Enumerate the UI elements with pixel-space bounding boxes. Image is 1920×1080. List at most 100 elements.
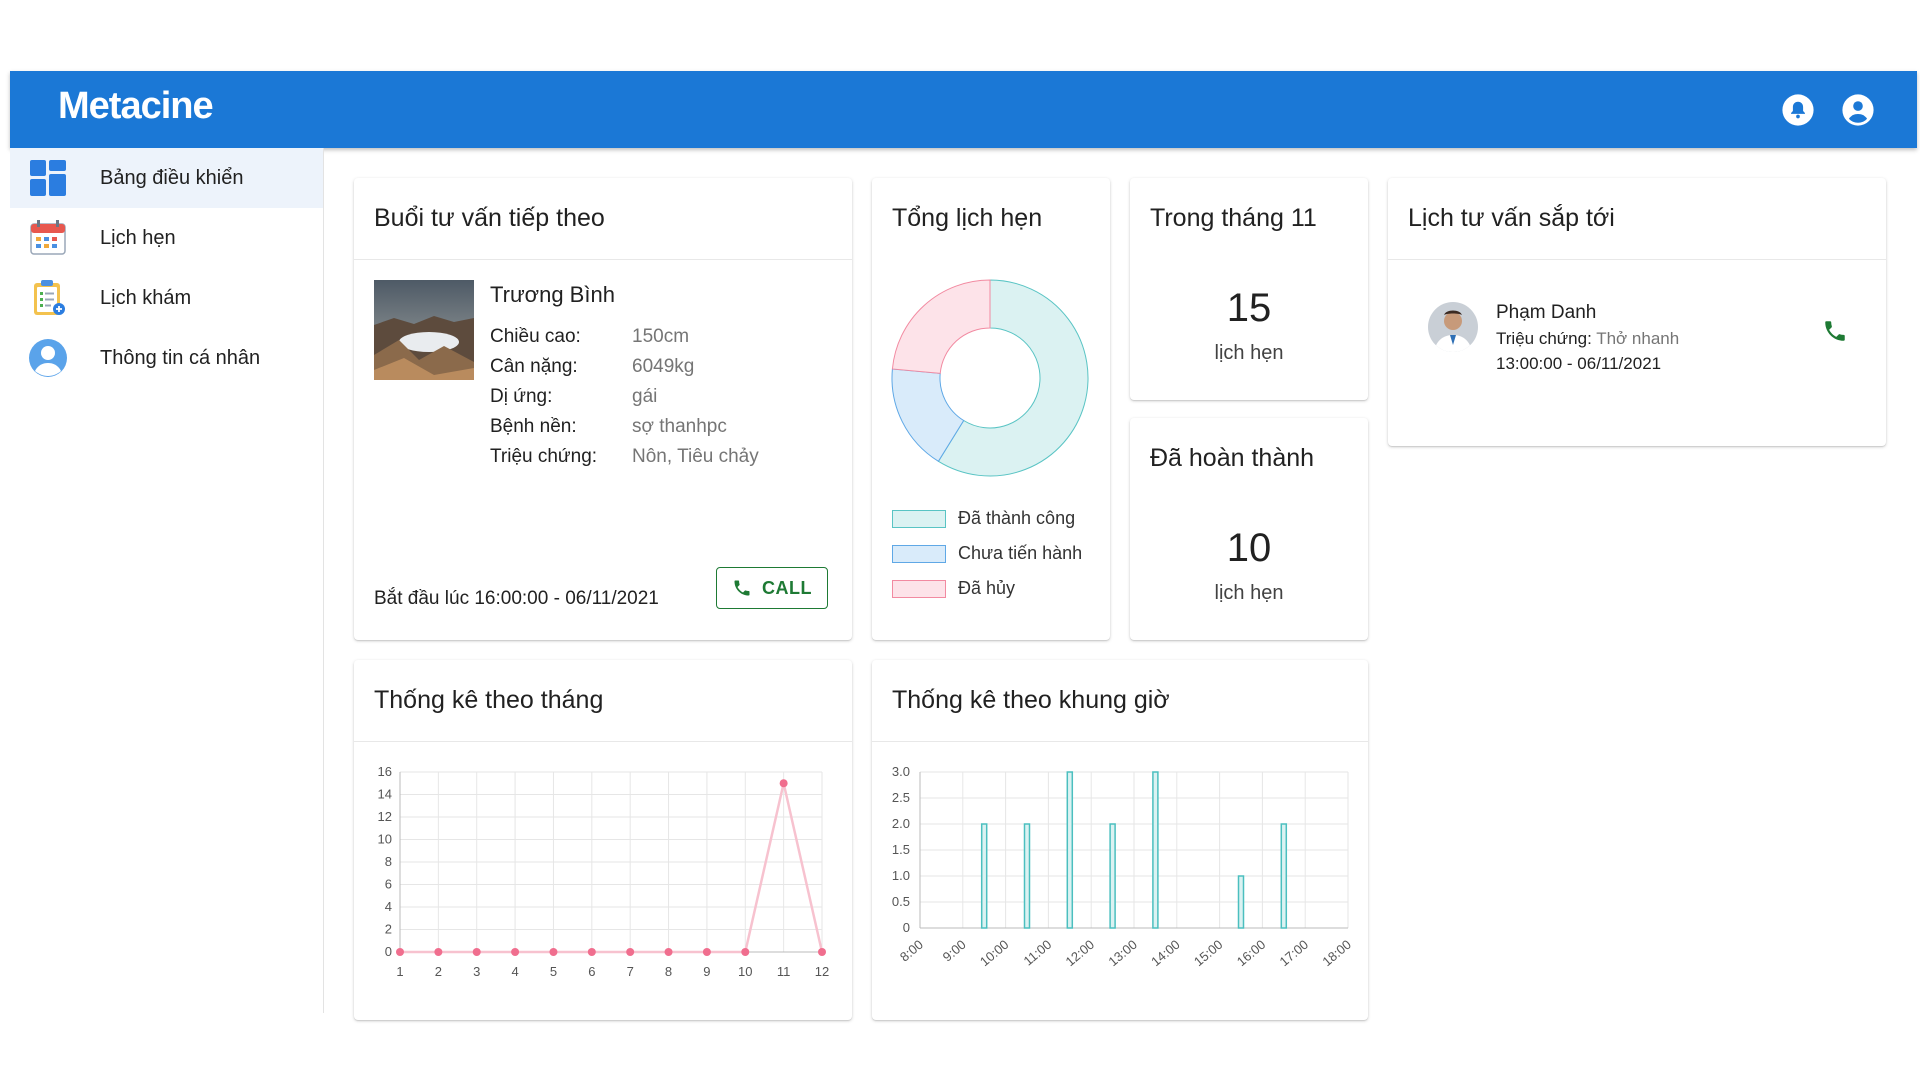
- data-point: [587, 948, 596, 956]
- legend-label: Chưa tiến hành: [958, 543, 1083, 563]
- account-circle-icon[interactable]: [1841, 93, 1875, 127]
- data-point: [472, 948, 481, 956]
- x-tick-label: 9: [703, 964, 710, 979]
- y-tick-label: 0: [903, 920, 910, 935]
- legend-item-pending: Chưa tiến hành: [892, 543, 1082, 564]
- upcoming-time: 13:00:00 - 06/11/2021: [1496, 354, 1662, 373]
- x-tick-label: 1: [396, 964, 403, 979]
- upcoming-consultations-card: Lịch tư vấn sắp tới Phạm Danh Triệu chứn…: [1388, 178, 1886, 446]
- bar: [1237, 875, 1245, 929]
- data-point: [626, 948, 635, 956]
- y-tick-label: 2.5: [892, 790, 910, 805]
- field-label: Dị ứng:: [490, 386, 553, 407]
- count-unit: lịch hẹn: [1214, 582, 1284, 604]
- bar: [1109, 823, 1116, 929]
- field-value: 150cm: [632, 326, 690, 347]
- field-value: sợ thanhpc: [632, 416, 727, 437]
- card-title: Đã hoàn thành: [1150, 444, 1315, 472]
- x-tick-label: 18:00: [1319, 937, 1354, 969]
- next-session-card: Buổi tư vấn tiếp theo Trương Bình Chiều …: [354, 178, 852, 640]
- upcoming-patient-name: Phạm Danh: [1496, 302, 1597, 323]
- month-stat-card: Trong tháng 11 15 lịch hẹn: [1130, 178, 1368, 400]
- list-item[interactable]: Phạm Danh Triệu chứng: Thở nhanh 13:00:0…: [1388, 302, 1886, 392]
- legend-swatch: [892, 579, 946, 598]
- month-appointment-count: 15: [1226, 286, 1272, 330]
- call-button[interactable]: CALL: [716, 567, 828, 609]
- legend-item-success: Đã thành công: [892, 508, 1075, 529]
- x-tick-label: 12:00: [1063, 937, 1098, 969]
- patient-photo: [374, 280, 474, 380]
- app-logo[interactable]: Metacine: [58, 85, 214, 128]
- sidebar-item-label: Lịch hẹn: [100, 226, 176, 249]
- avatar: [1428, 302, 1478, 352]
- sidebar: Bảng điều khiển Lịch hẹn Lịch khám Thông…: [10, 148, 324, 1013]
- sidebar-item-dashboard[interactable]: Bảng điều khiển: [10, 148, 323, 208]
- bell-icon[interactable]: [1781, 93, 1815, 127]
- hourly-stats-card: Thống kê theo khung giờ 0 0.5 1.0 1.5 2.0 2.5…: [872, 660, 1368, 1020]
- count-unit: lịch hẹn: [1214, 342, 1284, 364]
- donut-slice: [891, 279, 991, 374]
- data-point: [434, 948, 443, 956]
- phone-icon: [734, 580, 750, 596]
- user-icon: [29, 339, 67, 377]
- x-tick-label: 17:00: [1277, 937, 1312, 969]
- x-tick-label: 8: [665, 964, 672, 979]
- x-tick-label: 16:00: [1234, 937, 1269, 969]
- y-tick-label: 8: [385, 854, 392, 869]
- legend-swatch: [892, 544, 946, 563]
- data-point: [818, 948, 826, 956]
- patient-weight-row: Cân nặng: 6049kg: [490, 356, 694, 378]
- x-tick-label: 2: [435, 964, 442, 979]
- x-tick-label: 14:00: [1148, 937, 1183, 969]
- bar: [1023, 823, 1031, 929]
- call-button-label: CALL: [762, 577, 812, 598]
- field-value: Nôn, Tiêu chảy: [632, 446, 759, 467]
- bar: [980, 823, 988, 929]
- sidebar-item-label: Thông tin cá nhân: [100, 346, 261, 369]
- completed-stat-card: Đã hoàn thành 10 lịch hẹn: [1130, 418, 1368, 640]
- y-tick-label: 1.5: [892, 842, 910, 857]
- patient-name: Trương Bình: [490, 282, 615, 307]
- divider: [354, 741, 852, 742]
- y-tick-label: 2: [385, 922, 392, 937]
- symptom-value: Thở nhanh: [1596, 329, 1680, 348]
- total-appointments-card: Tổng lịch hẹn Đã thành công Chưa tiến hà…: [872, 178, 1110, 640]
- y-tick-label: 2.0: [892, 816, 910, 831]
- session-start-time: Bắt đầu lúc 16:00:00 - 06/11/2021: [374, 588, 659, 609]
- x-tick-label: 11: [777, 964, 791, 979]
- x-tick-label: 3: [473, 964, 480, 979]
- patient-allergy-row: Dị ứng: gái: [490, 386, 657, 408]
- monthly-stats-card: Thống kê theo tháng 0 2 4 6 8 10 12 14 16 1 2 3 4 5 6 7…: [354, 660, 852, 1020]
- x-tick-label: 9:00: [940, 937, 969, 965]
- completed-appointment-count: 10: [1226, 526, 1272, 570]
- sidebar-item-profile[interactable]: Thông tin cá nhân: [10, 328, 323, 388]
- x-tick-label: 10:00: [977, 937, 1012, 969]
- dashboard-icon: [30, 160, 66, 196]
- data-point: [779, 779, 788, 788]
- sidebar-item-examinations[interactable]: Lịch khám: [10, 268, 323, 328]
- card-title: Lịch tư vấn sắp tới: [1408, 204, 1615, 232]
- field-value: gái: [632, 386, 658, 407]
- sidebar-item-appointments[interactable]: Lịch hẹn: [10, 208, 323, 268]
- hourly-bar-chart: 0 0.5 1.0 1.5 2.0 2.5 3.0 8:00 9:00 10:00 11:00 12:…: [892, 764, 1354, 969]
- patient-condition-row: Bệnh nền: sợ thanhpc: [490, 416, 727, 438]
- field-label: Bệnh nền:: [490, 416, 577, 437]
- legend-label: Đã hủy: [958, 578, 1016, 598]
- card-title: Thống kê theo tháng: [374, 686, 604, 714]
- data-point: [741, 948, 750, 956]
- calendar-icon: [30, 220, 66, 255]
- data-point: [702, 948, 711, 956]
- x-tick-label: 5: [550, 964, 557, 979]
- y-tick-label: 14: [378, 787, 392, 802]
- divider: [354, 259, 852, 260]
- monthly-line-chart: 02468101214161 2 3 4 5 6 7 8 9 10 11 12: [378, 764, 830, 979]
- legend-item-cancelled: Đã hủy: [892, 578, 1015, 599]
- phone-icon[interactable]: [1822, 318, 1848, 344]
- data-point: [664, 948, 673, 956]
- card-title: Trong tháng 11: [1150, 204, 1317, 232]
- x-tick-label: 13:00: [1105, 937, 1140, 969]
- patient-height-row: Chiều cao: 150cm: [490, 326, 689, 348]
- card-title: Tổng lịch hẹn: [892, 204, 1043, 232]
- bar: [1066, 771, 1074, 929]
- field-label: Cân nặng:: [490, 356, 578, 377]
